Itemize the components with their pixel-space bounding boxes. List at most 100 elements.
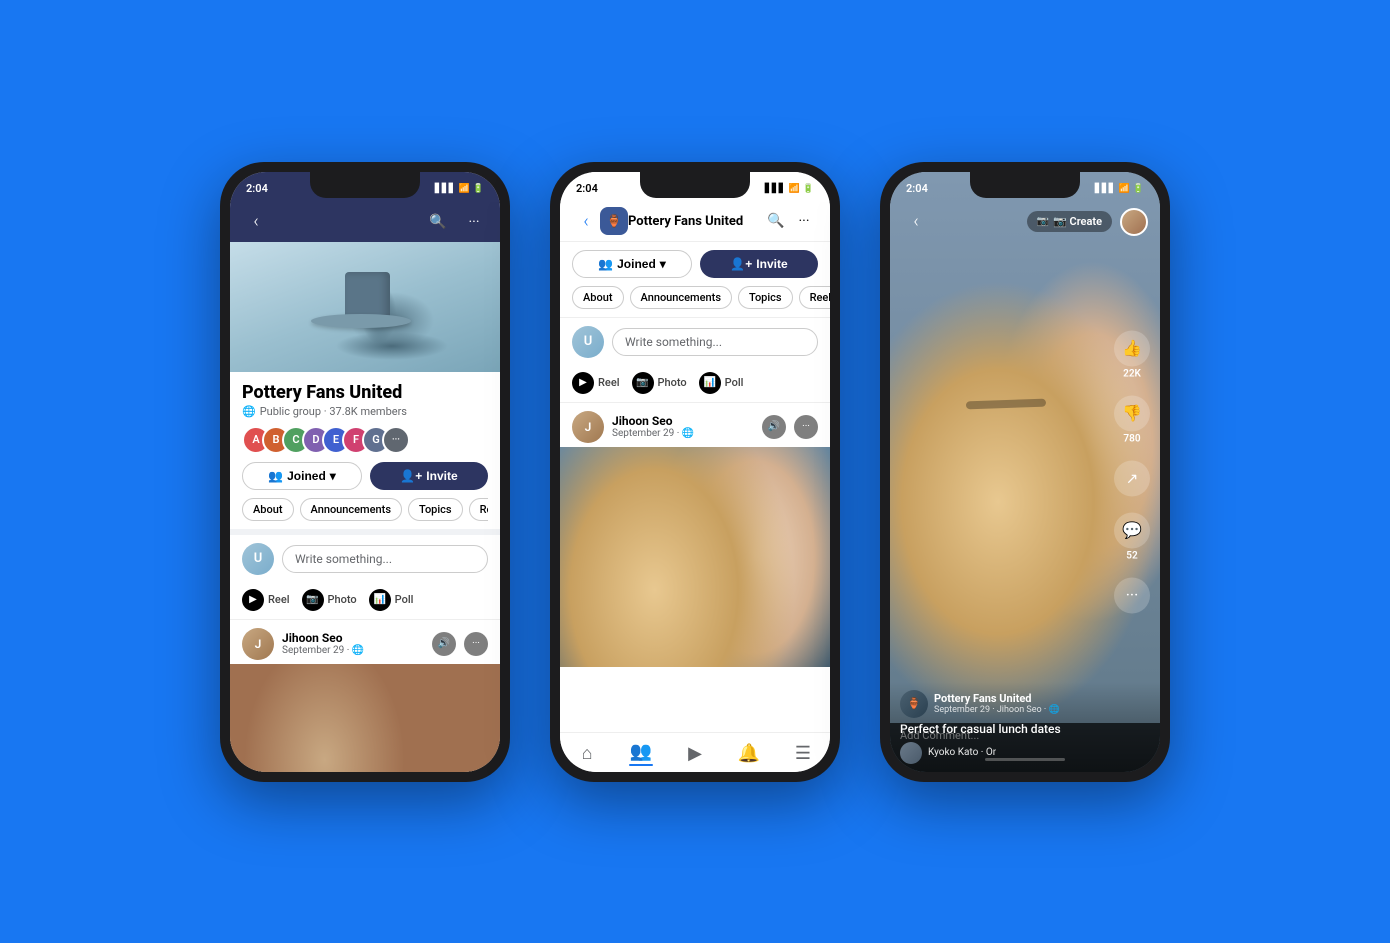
people-icon-2: 👥 (598, 257, 613, 271)
volume-icon-2[interactable]: 🔊 (762, 415, 786, 439)
tab-about-1[interactable]: About (242, 498, 294, 521)
menu-nav-2[interactable]: ☰ (776, 739, 830, 768)
post-more-icon-1[interactable]: ··· (464, 632, 488, 656)
write-input-1[interactable]: Write something... (282, 545, 488, 573)
write-post-1: U Write something... (230, 535, 500, 583)
video-people-1 (230, 664, 500, 772)
menu-icon-2: ☰ (795, 743, 811, 764)
wifi-icon-2: 📶 (789, 184, 800, 194)
tab-pills-1: About Announcements Topics Reels (242, 498, 488, 521)
notch-1 (310, 172, 420, 198)
battery-icon-3: 🔋 (1133, 184, 1144, 194)
cover-image-1 (230, 242, 500, 372)
back-button-1[interactable]: ‹ (242, 208, 270, 236)
home-nav-2[interactable]: ⌂ (560, 739, 614, 768)
tab-pills-2: About Announcements Topics Reels (560, 282, 830, 318)
status-icons-3: ▋▋▋ 📶 🔋 (1095, 184, 1144, 194)
status-bar-3: 2:04 ▋▋▋ 📶 🔋 (890, 172, 1160, 202)
tab-announcements-1[interactable]: Announcements (300, 498, 402, 521)
create-button-3[interactable]: 📷 📷 Create (1027, 211, 1112, 232)
nav-bar-2: ‹ 🏺 Pottery Fans United 🔍 ··· (560, 202, 830, 242)
post-meta-icons-1: 🔊 ··· (432, 632, 488, 656)
post-actions-2: ▶ Reel 📷 Photo 📊 Poll (560, 366, 830, 403)
write-input-2[interactable]: Write something... (612, 328, 818, 356)
poll-action-2[interactable]: 📊 Poll (699, 372, 744, 394)
invite-button-2[interactable]: 👤+ Invite (700, 250, 818, 278)
write-avatar-2: U (572, 326, 604, 358)
group-meta-1: 🌐 Public group · 37.8K members (242, 405, 488, 418)
user-avatar-3[interactable] (1120, 208, 1148, 236)
poll-icon-2: 📊 (699, 372, 721, 394)
comment-overlay-action[interactable]: 💬 52 (1114, 512, 1150, 561)
phone-2: 2:04 ▋▋▋ 📶 🔋 ‹ 🏺 Pottery Fans United 🔍 (550, 162, 840, 782)
search-button-1[interactable]: 🔍 (424, 208, 452, 236)
post-date-2: September 29 · 🌐 (612, 428, 754, 439)
signal-icon-3: ▋▋▋ (1095, 184, 1116, 194)
bottom-nav-2: ⌂ 👥 ▶ 🔔 ☰ (560, 732, 830, 772)
active-bar-2 (629, 764, 653, 766)
signal-icon: ▋▋▋ (435, 184, 456, 194)
search-button-2[interactable]: 🔍 (762, 207, 790, 235)
poll-action-1[interactable]: 📊 Poll (369, 589, 414, 611)
reel-action-2[interactable]: ▶ Reel (572, 372, 620, 394)
phone-1: 2:04 ▋▋▋ 📶 🔋 ‹ 🔍 ··· (220, 162, 510, 782)
back-button-3[interactable]: ‹ (902, 208, 930, 236)
post-more-icon-2[interactable]: ··· (794, 415, 818, 439)
phone-3: 2:04 ▋▋▋ 📶 🔋 ‹ 📷 📷 Create (880, 162, 1170, 782)
like-icon: 👍 (1114, 330, 1150, 366)
battery-icon: 🔋 (473, 184, 484, 194)
overlay-group-avatar: 🏺 (900, 690, 928, 718)
battery-icon-2: 🔋 (803, 184, 814, 194)
wifi-icon: 📶 (459, 184, 470, 194)
nav-bar-1: ‹ 🔍 ··· (230, 202, 500, 242)
post-date-1: September 29 · 🌐 (282, 645, 424, 656)
overlay-group-sub: September 29 · Jihoon Seo · 🌐 (934, 705, 1150, 715)
status-time-3: 2:04 (906, 182, 928, 195)
home-icon-2: ⌂ (582, 743, 593, 764)
post-actions-1: ▶ Reel 📷 Photo 📊 Poll (230, 583, 500, 620)
tab-announcements-2[interactable]: Announcements (630, 286, 732, 309)
volume-icon-1[interactable]: 🔊 (432, 632, 456, 656)
tab-reels-2[interactable]: Reels (799, 286, 830, 309)
tab-topics-2[interactable]: Topics (738, 286, 793, 309)
groups-nav-2[interactable]: 👥 (614, 739, 668, 768)
post-header-2: J Jihoon Seo September 29 · 🌐 🔊 ··· (560, 403, 830, 447)
reel-action-1[interactable]: ▶ Reel (242, 589, 290, 611)
photo-action-2[interactable]: 📷 Photo (632, 372, 687, 394)
poll-icon: 📊 (369, 589, 391, 611)
feed-post-1: J Jihoon Seo September 29 · 🌐 🔊 ··· (230, 620, 500, 772)
dislike-action[interactable]: 👎 780 (1114, 395, 1150, 444)
reel-icon-2: ▶ (572, 372, 594, 394)
post-author-name-2: Jihoon Seo (612, 414, 754, 428)
video-people-2 (560, 447, 830, 667)
share-action[interactable]: ↗ (1114, 460, 1150, 496)
video-nav-2[interactable]: ▶ (668, 739, 722, 768)
photo-action-1[interactable]: 📷 Photo (302, 589, 357, 611)
invite-button-1[interactable]: 👤+ Invite (370, 462, 488, 490)
video-overlay-bottom: 🏺 Pottery Fans United September 29 · Jih… (890, 682, 1160, 772)
overlay-caption: Perfect for casual lunch dates (900, 722, 1150, 736)
more-button-2[interactable]: ··· (790, 207, 818, 235)
more-overlay-action[interactable]: ··· (1114, 577, 1150, 613)
video-bottom-overlay: 🏺 Pottery Fans United September 29 · Jih… (890, 723, 1160, 772)
write-post-2: U Write something... (560, 318, 830, 366)
share-icon: ↗ (1114, 460, 1150, 496)
photo-icon: 📷 (302, 589, 324, 611)
tab-about-2[interactable]: About (572, 286, 624, 309)
people-icon: 👥 (268, 469, 283, 483)
tab-topics-1[interactable]: Topics (408, 498, 463, 521)
post-author-info-1: Jihoon Seo September 29 · 🌐 (282, 631, 424, 656)
bell-nav-2[interactable]: 🔔 (722, 739, 776, 768)
pottery-plate (311, 314, 411, 328)
more-button-1[interactable]: ··· (460, 208, 488, 236)
status-icons-1: ▋▋▋ 📶 🔋 (435, 184, 484, 194)
back-button-2[interactable]: ‹ (572, 207, 600, 235)
tab-reels-1[interactable]: Reels (469, 498, 488, 521)
status-time-2: 2:04 (576, 182, 598, 195)
avatar-more: ··· (382, 426, 410, 454)
nav-overlay-3: ‹ 📷 📷 Create (890, 202, 1160, 242)
joined-button-1[interactable]: 👥 Joined ▾ (242, 462, 362, 490)
post-meta-icons-2: 🔊 ··· (762, 415, 818, 439)
joined-button-2[interactable]: 👥 Joined ▾ (572, 250, 692, 278)
like-action[interactable]: 👍 22K (1114, 330, 1150, 379)
